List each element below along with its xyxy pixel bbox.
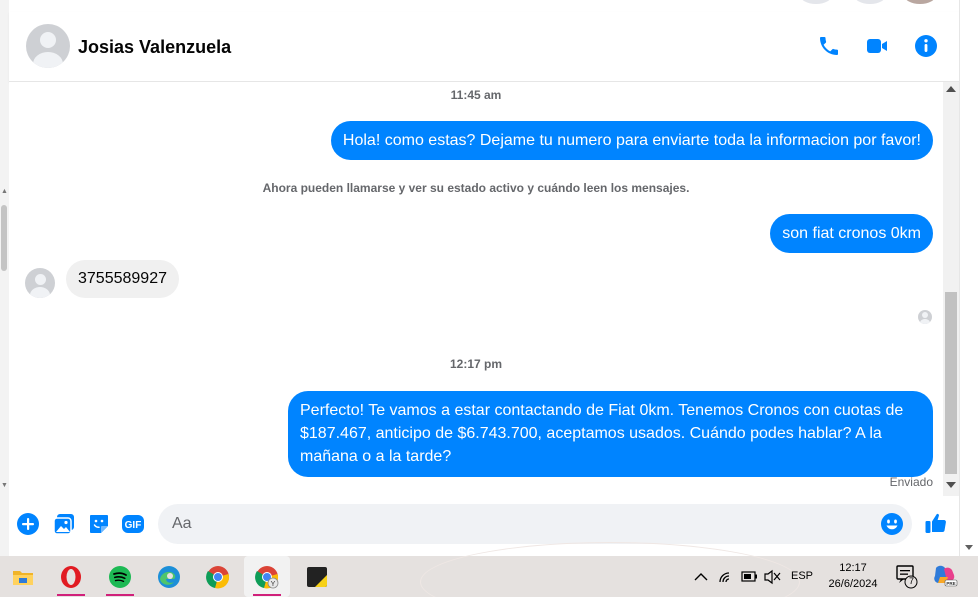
clock-date: 26/6/2024 bbox=[828, 578, 878, 590]
message-input-wrapper bbox=[158, 504, 912, 544]
message-outgoing[interactable]: Perfecto! Te vamos a estar contactando d… bbox=[288, 391, 933, 477]
message-outgoing[interactable]: Hola! como estas? Dejame tu numero para … bbox=[330, 121, 933, 160]
page-scroll-up-arrow[interactable]: ▲ bbox=[1, 188, 8, 195]
battery-icon[interactable] bbox=[739, 556, 759, 597]
like-thumbs-up-icon[interactable] bbox=[924, 511, 948, 535]
taskbar-spotify[interactable] bbox=[97, 556, 143, 597]
sticky-notes-icon bbox=[307, 567, 327, 587]
browser-scrollbar[interactable] bbox=[959, 0, 978, 556]
copilot-button[interactable]: PRE bbox=[930, 556, 960, 597]
notifications-button[interactable]: 7 bbox=[893, 556, 921, 597]
input-language[interactable]: ESP bbox=[788, 556, 816, 597]
emoji-icon[interactable] bbox=[880, 512, 904, 536]
taskbar-clock[interactable]: 12:17 26/6/2024 bbox=[822, 560, 884, 592]
attach-image-icon[interactable] bbox=[52, 512, 76, 536]
taskbar-file-explorer[interactable] bbox=[0, 556, 46, 597]
svg-text:PRE: PRE bbox=[946, 581, 955, 586]
gif-icon[interactable]: GIF bbox=[121, 512, 145, 536]
message-incoming[interactable]: 3755589927 bbox=[66, 260, 179, 298]
opera-icon bbox=[61, 566, 81, 588]
folder-icon bbox=[13, 571, 33, 585]
message-composer: GIF bbox=[9, 496, 959, 556]
page-scrollbar[interactable]: ▲ ▼ bbox=[0, 0, 9, 556]
video-call-icon[interactable] bbox=[865, 34, 889, 58]
taskbar-sticky-notes[interactable] bbox=[294, 556, 340, 597]
browser-scroll-down-icon[interactable] bbox=[965, 545, 973, 550]
svg-text:GIF: GIF bbox=[125, 520, 142, 531]
taskbar-chrome[interactable] bbox=[195, 556, 241, 597]
message-scrollbar-thumb[interactable] bbox=[945, 292, 957, 474]
chrome-icon bbox=[206, 566, 230, 589]
message-list[interactable]: 11:45 am Hola! como estas? Dejame tu num… bbox=[9, 82, 943, 496]
chat-header: Josias Valenzuela bbox=[9, 12, 977, 82]
taskbar-chrome-profile[interactable]: Y bbox=[244, 556, 290, 597]
info-icon[interactable] bbox=[914, 34, 938, 58]
taskbar-opera[interactable] bbox=[48, 556, 94, 597]
add-more-icon[interactable] bbox=[16, 512, 40, 536]
copilot-icon: PRE bbox=[934, 565, 958, 587]
top-fragment-avatar bbox=[904, 0, 936, 4]
taskbar-edge[interactable] bbox=[146, 556, 192, 597]
contact-name[interactable]: Josias Valenzuela bbox=[78, 37, 231, 58]
notification-count: 7 bbox=[908, 576, 914, 586]
volume-muted-icon[interactable] bbox=[762, 556, 782, 597]
system-notice: Ahora pueden llamarse y ver su estado ac… bbox=[262, 181, 690, 195]
top-fragment-icon bbox=[854, 0, 886, 4]
chrome-profile-icon: Y bbox=[255, 566, 279, 589]
seen-indicator-avatar bbox=[918, 310, 932, 324]
message-outgoing[interactable]: son fiat cronos 0km bbox=[770, 214, 933, 253]
delivery-status: Enviado bbox=[889, 475, 933, 489]
timestamp: 11:45 am bbox=[450, 88, 502, 102]
top-fragment-icon bbox=[800, 0, 832, 4]
sticker-icon[interactable] bbox=[87, 512, 111, 536]
svg-text:Y: Y bbox=[271, 581, 276, 588]
sender-avatar[interactable] bbox=[25, 268, 55, 298]
taskbar: Y ESP 12:17 26/6/2024 7 PRE bbox=[0, 542, 978, 597]
screen: ▲ ▼ Josias Valenzuela 11:45 am Hola! com… bbox=[0, 0, 978, 597]
message-scrollbar[interactable] bbox=[943, 82, 959, 496]
clock-time: 12:17 bbox=[839, 562, 867, 574]
page-scrollbar-thumb[interactable] bbox=[1, 205, 7, 271]
scroll-down-arrow-icon[interactable] bbox=[946, 482, 956, 488]
voice-call-icon[interactable] bbox=[817, 34, 841, 58]
contact-avatar[interactable] bbox=[26, 24, 70, 68]
scroll-up-arrow-icon[interactable] bbox=[946, 86, 956, 92]
spotify-icon bbox=[109, 566, 131, 588]
timestamp: 12:17 pm bbox=[449, 357, 503, 371]
message-input[interactable] bbox=[172, 512, 872, 536]
show-hidden-icons-chevron[interactable] bbox=[692, 556, 710, 597]
page-scroll-down-arrow[interactable]: ▼ bbox=[1, 482, 8, 489]
edge-icon bbox=[158, 566, 180, 588]
wifi-icon[interactable] bbox=[716, 556, 736, 597]
